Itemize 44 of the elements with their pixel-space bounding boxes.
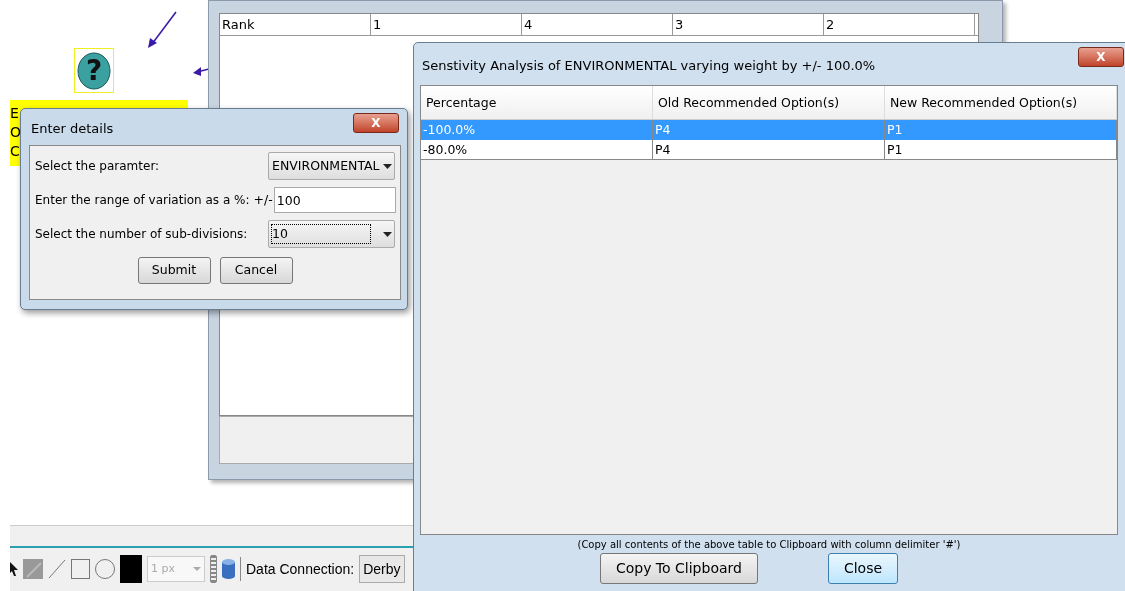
table-cell: 3: [673, 14, 824, 35]
field-label: Select the paramter:: [35, 158, 160, 175]
table-cell: 4: [522, 14, 673, 35]
column-header[interactable]: Old Recommended Option(s): [653, 86, 885, 119]
table-cell: 2: [824, 14, 975, 35]
label-text: O: [10, 123, 22, 142]
color-swatch[interactable]: [120, 555, 142, 583]
column-header[interactable]: New Recommended Option(s): [885, 86, 1117, 119]
grip-icon: [210, 555, 217, 583]
circle-icon: [95, 559, 115, 579]
field-label: Select the number of sub-divisions:: [35, 226, 248, 243]
label-text: C: [10, 142, 21, 161]
caret-icon: [383, 163, 392, 169]
table-cell: Rank: [220, 14, 371, 35]
window-button[interactable]: Copy To Clipboard: [599, 553, 758, 584]
dialog-button[interactable]: Cancel: [219, 257, 293, 284]
dialog-title: Enter details: [31, 120, 114, 138]
label-text: E: [10, 104, 20, 123]
prefix-text: +/-: [253, 190, 273, 209]
arrow-icon: [146, 10, 178, 50]
input-field[interactable]: 100: [273, 187, 396, 213]
help-glyph: ?: [84, 52, 104, 89]
table-cell: -80.0%: [421, 140, 653, 159]
line-icon: [48, 559, 66, 579]
table-cell: P1: [885, 140, 1117, 159]
connection-label: Data Connection:: [246, 559, 355, 579]
table-cell: 1: [371, 14, 522, 35]
database-icon: [222, 559, 235, 579]
fill-icon: [23, 559, 43, 579]
dialog-button[interactable]: Submit: [137, 257, 211, 284]
window-title: Senstivity Analysis of ENVIRONMENTAL varying weight by +/- 100.0%: [422, 57, 876, 75]
hint-text: (Copy all contents of the above table to Clipboard with column delimiter '#'): [577, 538, 961, 552]
table-row[interactable]: -80.0% P4 P1: [421, 140, 1117, 160]
caret-icon: [193, 567, 201, 571]
dropdown[interactable]: ENVIRONMENTAL: [268, 152, 395, 180]
field-label: Enter the range of variation as a %:: [35, 192, 250, 209]
rectangle-icon: [71, 559, 90, 579]
column-header[interactable]: Percentage: [421, 86, 653, 119]
table-cell: P4: [653, 140, 885, 159]
pointer-icon: [10, 562, 18, 576]
caret-icon: [383, 231, 392, 237]
connection-dropdown[interactable]: Derby: [359, 555, 405, 583]
dropdown[interactable]: 10: [268, 220, 395, 248]
window-button[interactable]: Close: [827, 553, 899, 584]
